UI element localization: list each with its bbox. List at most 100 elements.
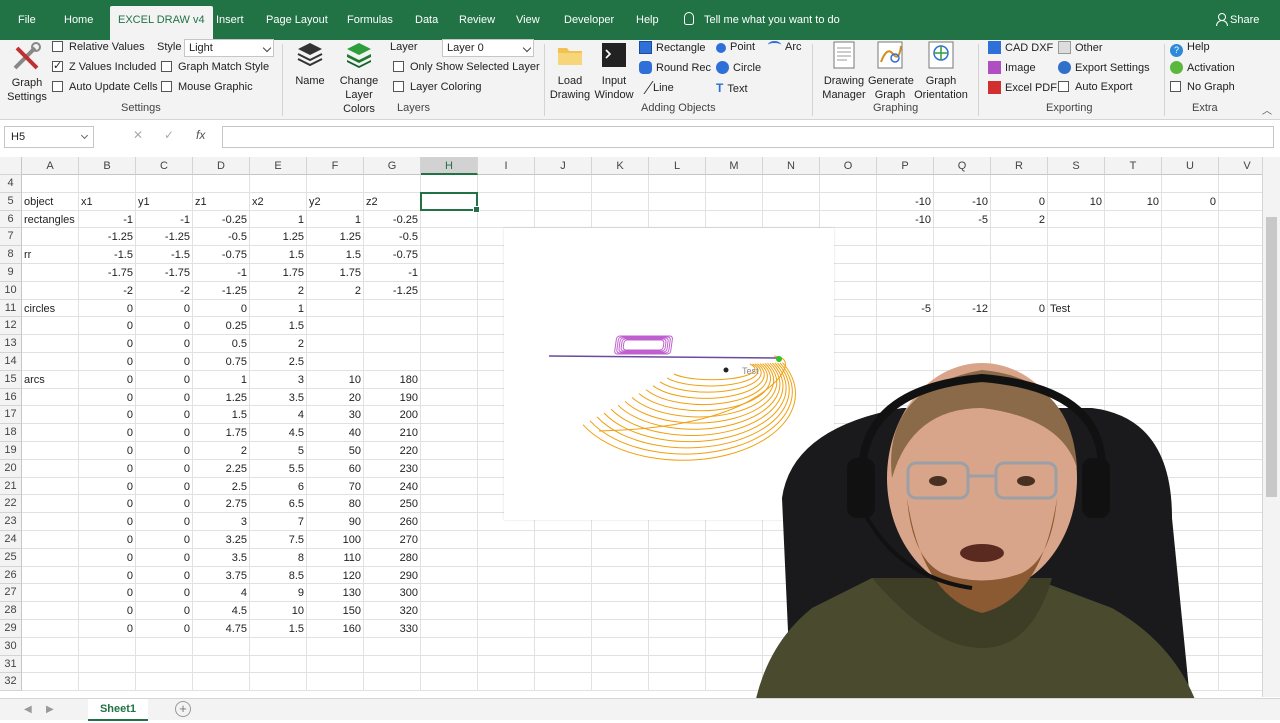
column-header-k[interactable]: K [592,157,649,175]
cell-d26[interactable]: 3.75 [193,567,249,585]
cell-b26[interactable]: 0 [79,567,135,585]
cell-f8[interactable]: 1.5 [307,246,363,264]
generate-graph-button[interactable]: Generate Graph [868,40,914,102]
cell-b6[interactable]: -1 [79,211,135,229]
cell-g7[interactable]: -0.5 [364,228,420,246]
row-header-8[interactable]: 8 [0,246,22,264]
cell-c5[interactable]: y1 [136,193,192,211]
circle-button[interactable]: Circle [716,61,761,74]
cell-b20[interactable]: 0 [79,460,135,478]
cell-d25[interactable]: 3.5 [193,549,249,567]
cell-c19[interactable]: 0 [136,442,192,460]
cell-b13[interactable]: 0 [79,335,135,353]
row-header-25[interactable]: 25 [0,548,22,567]
mouse-graphic-checkbox[interactable]: Mouse Graphic [161,81,253,93]
column-header-m[interactable]: M [706,157,763,175]
text-button[interactable]: T Text [716,81,748,95]
cell-g17[interactable]: 200 [364,406,420,424]
cell-r11[interactable]: 0 [991,300,1047,318]
row-header-32[interactable]: 32 [0,673,22,692]
z-values-checkbox[interactable]: Z Values Included [52,59,156,73]
row-header-21[interactable]: 21 [0,477,22,496]
cell-g24[interactable]: 270 [364,531,420,549]
cell-b9[interactable]: -1.75 [79,264,135,282]
cell-e11[interactable]: 1 [250,300,306,318]
row-header-7[interactable]: 7 [0,228,22,247]
cell-c12[interactable]: 0 [136,317,192,335]
cell-c17[interactable]: 0 [136,406,192,424]
row-header-20[interactable]: 20 [0,459,22,478]
cell-q6[interactable]: -5 [934,211,990,229]
cell-c11[interactable]: 0 [136,300,192,318]
vertical-scrollbar[interactable] [1262,157,1280,697]
column-header-s[interactable]: S [1048,157,1105,175]
cell-c13[interactable]: 0 [136,335,192,353]
column-header-t[interactable]: T [1105,157,1162,175]
column-header-v[interactable]: V [1219,157,1262,175]
scroll-right-icon[interactable]: ▶ [46,704,54,715]
row-header-23[interactable]: 23 [0,513,22,531]
function-icon[interactable]: fx [196,128,205,142]
add-sheet-icon[interactable]: + [175,701,191,717]
cell-c16[interactable]: 0 [136,389,192,407]
collapse-ribbon-icon[interactable]: ︿ [1262,102,1272,117]
row-header-6[interactable]: 6 [0,210,22,229]
arc-button[interactable]: Arc [768,41,802,53]
cell-g18[interactable]: 210 [364,424,420,442]
cell-g25[interactable]: 280 [364,549,420,567]
cell-b17[interactable]: 0 [79,406,135,424]
column-header-g[interactable]: G [364,157,421,175]
cell-b27[interactable]: 0 [79,584,135,602]
column-header-u[interactable]: U [1162,157,1219,175]
cell-g8[interactable]: -0.75 [364,246,420,264]
input-window-button[interactable]: Input Window [593,40,635,102]
share-button[interactable]: Share [1216,0,1259,40]
cell-f25[interactable]: 110 [307,549,363,567]
cell-b18[interactable]: 0 [79,424,135,442]
load-drawing-button[interactable]: Load Drawing [548,40,592,102]
cell-s5[interactable]: 10 [1048,193,1104,211]
auto-export-checkbox[interactable]: Auto Export [1058,81,1132,93]
cell-e20[interactable]: 5.5 [250,460,306,478]
cell-e9[interactable]: 1.75 [250,264,306,282]
column-header-h[interactable]: H [421,157,478,175]
cell-c9[interactable]: -1.75 [136,264,192,282]
cell-c27[interactable]: 0 [136,584,192,602]
cell-d7[interactable]: -0.5 [193,228,249,246]
only-show-selected-checkbox[interactable]: Only Show Selected Layer [393,61,540,73]
cell-b11[interactable]: 0 [79,300,135,318]
row-header-14[interactable]: 14 [0,353,22,371]
cell-c7[interactable]: -1.25 [136,228,192,246]
cell-e29[interactable]: 1.5 [250,620,306,638]
column-header-l[interactable]: L [649,157,706,175]
change-layer-colors-button[interactable]: Change Layer Colors [330,40,388,116]
drawing-manager-button[interactable]: Drawing Manager [820,40,868,102]
cell-d28[interactable]: 4.5 [193,602,249,620]
column-header-q[interactable]: Q [934,157,991,175]
cell-e5[interactable]: x2 [250,193,306,211]
cell-b15[interactable]: 0 [79,371,135,389]
column-header-e[interactable]: E [250,157,307,175]
cell-e19[interactable]: 5 [250,442,306,460]
cell-f5[interactable]: y2 [307,193,363,211]
cell-c10[interactable]: -2 [136,282,192,300]
cell-d29[interactable]: 4.75 [193,620,249,638]
cell-e27[interactable]: 9 [250,584,306,602]
cell-d18[interactable]: 1.75 [193,424,249,442]
auto-update-cells-checkbox[interactable]: Auto Update Cells [52,81,158,93]
cell-c15[interactable]: 0 [136,371,192,389]
cell-d19[interactable]: 2 [193,442,249,460]
cad-dxf-button[interactable]: CAD DXF [988,41,1053,54]
cell-b16[interactable]: 0 [79,389,135,407]
cell-e14[interactable]: 2.5 [250,353,306,371]
cell-f17[interactable]: 30 [307,406,363,424]
row-header-4[interactable]: 4 [0,175,22,193]
cell-e15[interactable]: 3 [250,371,306,389]
help-button[interactable]: ? Help [1170,41,1210,57]
row-header-18[interactable]: 18 [0,424,22,442]
cell-t5[interactable]: 10 [1105,193,1161,211]
cell-p11[interactable]: -5 [877,300,933,318]
cell-d10[interactable]: -1.25 [193,282,249,300]
relative-values-checkbox[interactable]: Relative Values [52,41,145,53]
cell-f16[interactable]: 20 [307,389,363,407]
